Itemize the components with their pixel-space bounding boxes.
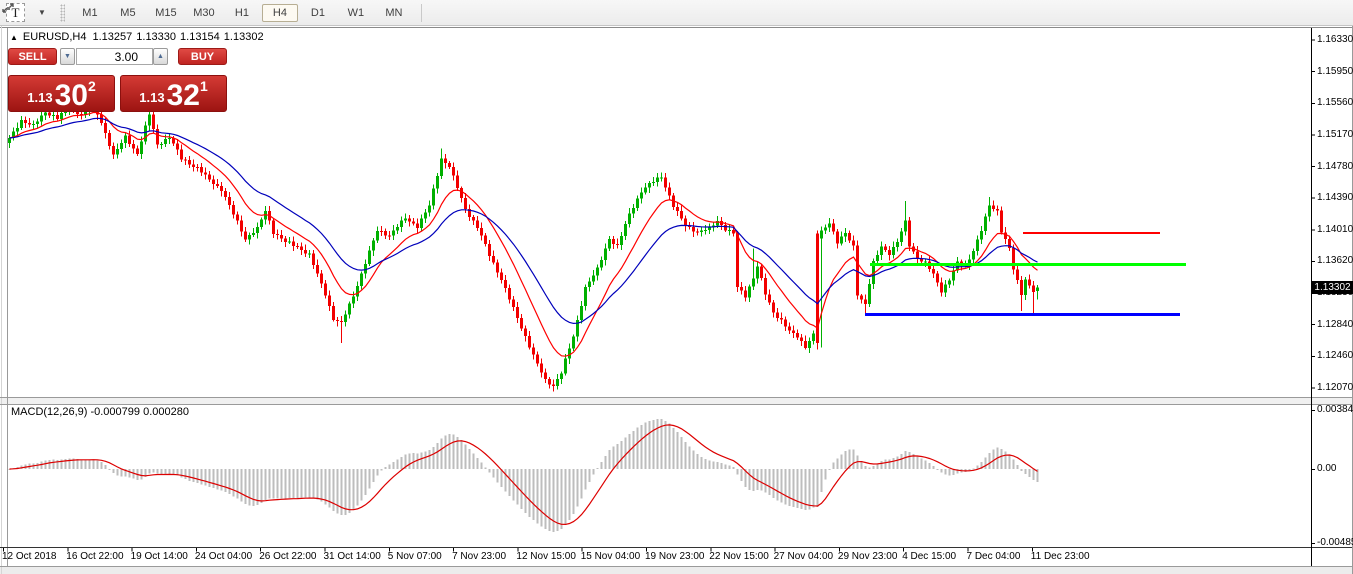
macd-signal-line (10, 425, 1038, 525)
macd-indicator-label: MACD(12,26,9) -0.000799 0.000280 (11, 406, 189, 418)
time-axis-label: 12 Oct 2018 (2, 551, 56, 562)
time-axis-label: 19 Oct 14:00 (131, 551, 188, 562)
current-price-tag: 1.13302 (1312, 281, 1353, 294)
time-axis-label: 12 Nov 15:00 (516, 551, 576, 562)
low-value: 1.13154 (180, 31, 220, 43)
time-axis-label: 24 Oct 04:00 (195, 551, 252, 562)
sell-price-big: 30 (55, 83, 88, 109)
time-axis-label: 11 Dec 23:00 (1031, 551, 1090, 562)
sell-price-panel[interactable]: 1.13 30 2 (8, 75, 115, 112)
close-value: 1.13302 (224, 31, 264, 43)
buy-price-big: 32 (167, 83, 200, 109)
time-axis-label: 19 Nov 23:00 (645, 551, 705, 562)
ma-slow-line (10, 118, 1038, 323)
ma-fast-line (10, 112, 1038, 356)
sell-button[interactable]: SELL (8, 48, 57, 65)
macd-axis-label: -0.004856 (1317, 537, 1353, 548)
time-axis-label: 27 Nov 04:00 (774, 551, 834, 562)
open-value: 1.13257 (93, 31, 133, 43)
chart-ohlc-title: ▲ EURUSD,H4 1.132571.13330 1.13154 1.13302 (10, 31, 264, 43)
macd-axis-label: 0.00 (1317, 463, 1353, 474)
time-axis-label: 31 Oct 14:00 (324, 551, 381, 562)
time-axis-label: 22 Nov 15:00 (709, 551, 769, 562)
mt4-window: T ▼ M1M5M15M30H1H4D1W1MN ▲ EURUSD,H4 1.1… (0, 0, 1353, 574)
high-value: 1.13330 (136, 31, 176, 43)
volume-increase-button[interactable]: ▲ (153, 48, 168, 65)
volume-input[interactable]: 3.00 (76, 48, 153, 65)
time-axis-label: 7 Dec 04:00 (967, 551, 1021, 562)
price-axis-label: 1.13620 (1317, 255, 1353, 266)
price-axis-label: 1.12460 (1317, 350, 1353, 361)
price-axis-label: 1.12070 (1317, 382, 1353, 393)
time-axis-label: 29 Nov 23:00 (838, 551, 898, 562)
price-axis-label: 1.15560 (1317, 97, 1353, 108)
price-axis-label: 1.14390 (1317, 192, 1353, 203)
one-click-trading-panel: SELL ▼ 3.00 ▲ BUY 1.13 30 2 1.13 32 1 (8, 48, 228, 112)
buy-price-sup: 1 (200, 78, 208, 94)
macd-axis-label: 0.003847 (1317, 404, 1353, 415)
price-axis-label: 1.15950 (1317, 66, 1353, 77)
buy-price-prefix: 1.13 (139, 90, 164, 105)
price-axis-label: 1.14780 (1317, 161, 1353, 172)
time-axis-label: 26 Oct 22:00 (259, 551, 316, 562)
price-axis-label: 1.16330 (1317, 34, 1353, 45)
time-axis-label: 4 Dec 15:00 (902, 551, 956, 562)
price-axis-label: 1.15170 (1317, 129, 1353, 140)
price-axis-label: 1.12840 (1317, 319, 1353, 330)
buy-button[interactable]: BUY (178, 48, 227, 65)
volume-decrease-button[interactable]: ▼ (60, 48, 75, 65)
buy-price-panel[interactable]: 1.13 32 1 (120, 75, 227, 112)
sell-price-prefix: 1.13 (27, 90, 52, 105)
price-axis-label: 1.14010 (1317, 224, 1353, 235)
macd-histogram (9, 419, 1039, 532)
chart-direction-icon: ▲ (10, 33, 18, 42)
sell-price-sup: 2 (88, 78, 96, 94)
time-axis-label: 16 Oct 22:00 (66, 551, 123, 562)
time-axis-label: 7 Nov 23:00 (452, 551, 506, 562)
time-axis-label: 5 Nov 07:00 (388, 551, 442, 562)
symbol-period-label: EURUSD,H4 (23, 31, 87, 43)
candlestick-series (8, 100, 1039, 392)
time-axis-label: 15 Nov 04:00 (581, 551, 641, 562)
